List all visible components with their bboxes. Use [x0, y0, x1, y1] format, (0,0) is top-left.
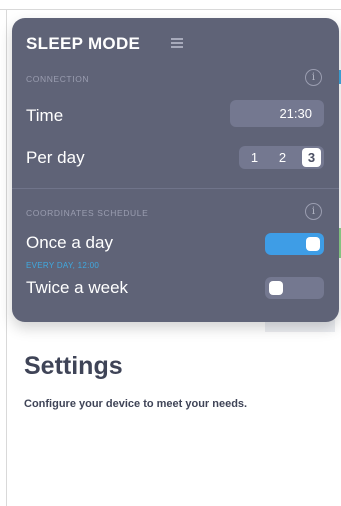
once-a-day-subtitle: EVERY DAY, 12:00	[26, 261, 100, 270]
per-day-selector: 1 2 3	[239, 146, 324, 169]
page-description: Configure your device to meet your needs…	[24, 398, 248, 410]
per-day-option-1[interactable]: 1	[245, 148, 264, 167]
per-day-option-3[interactable]: 3	[302, 148, 321, 167]
per-day-option-2[interactable]: 2	[273, 148, 292, 167]
schedule-section-label: COORDINATES SCHEDULE	[26, 208, 149, 218]
time-label: Time	[26, 106, 64, 125]
frame-top-border	[0, 9, 341, 10]
twice-a-week-label: Twice a week	[26, 278, 129, 297]
menu-icon[interactable]	[171, 38, 183, 48]
info-icon[interactable]: i	[305, 69, 322, 86]
per-day-label: Per day	[26, 148, 85, 167]
once-a-day-toggle[interactable]	[265, 233, 324, 255]
twice-a-week-toggle[interactable]	[265, 277, 324, 299]
sleep-mode-panel: SLEEP MODE CONNECTION i Time 21:30 Per d…	[12, 18, 339, 322]
section-divider	[12, 188, 339, 189]
time-field[interactable]: 21:30	[230, 100, 324, 127]
info-icon[interactable]: i	[305, 203, 322, 220]
page-title: Settings	[24, 352, 123, 380]
toggle-knob	[269, 281, 283, 295]
once-a-day-label: Once a day	[26, 233, 113, 252]
panel-title: SLEEP MODE	[26, 34, 141, 53]
frame-left-border	[6, 9, 7, 506]
toggle-knob	[306, 237, 320, 251]
connection-section-label: CONNECTION	[26, 74, 90, 84]
